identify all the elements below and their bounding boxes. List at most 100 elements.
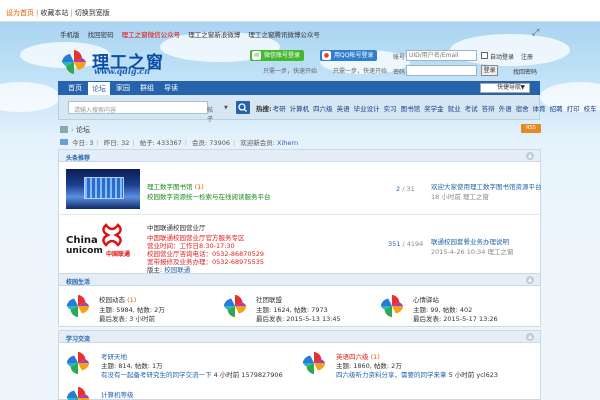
section-header: 头条推荐 ▲: [59, 150, 540, 162]
hot-word[interactable]: 图书馆: [401, 105, 421, 113]
hot-word[interactable]: 四六级: [313, 105, 333, 113]
collapse-icon[interactable]: ▲: [526, 333, 534, 341]
hot-word[interactable]: 英语: [337, 105, 350, 113]
forum-pinwheel-icon[interactable]: [379, 293, 405, 319]
site-logo[interactable]: 理工之窗 www.qdlg.cn: [60, 48, 200, 76]
password-label: 密码: [393, 69, 406, 76]
forum-count: 351 / 4194: [388, 240, 424, 248]
wechat-login-button[interactable]: ✉ 微信账号登录: [250, 50, 305, 61]
hot-word[interactable]: 实习: [384, 105, 397, 113]
forum-last-post: 四六级听力资料分享，需要的同学来拿 5 小时前 ycl623: [336, 371, 498, 379]
expand-icon[interactable]: ⤢: [532, 28, 539, 38]
qq-penguin-icon: ●: [322, 51, 331, 60]
quick-link-tencent-weibo[interactable]: 理工之窗腾讯微博公众号: [248, 31, 320, 39]
register-link[interactable]: 注册: [521, 52, 533, 61]
auto-login-label: 自动登录: [490, 54, 515, 61]
wechat-icon: ✉: [252, 51, 261, 60]
forum-last-post: 最后发表: 2015-5-13 13:45: [256, 315, 341, 323]
nav-item-space[interactable]: 家园: [112, 81, 134, 95]
section-header: 校园生活 ▲: [59, 274, 540, 286]
quick-link-wechat[interactable]: 理工之窗微信公众号: [122, 31, 181, 39]
hot-word[interactable]: 体育: [533, 105, 546, 113]
search-bar: 请输入搜索内容 帖子 ▼ 热搜:考研 计算机 四六级 英语 毕业设计 实习 图书馆 奖学金 就业…: [58, 95, 597, 123]
auto-login-checkbox[interactable]: [481, 52, 488, 59]
dropdown-arrow-icon: ▼: [520, 84, 525, 91]
stat-members: 73906: [209, 139, 230, 147]
search-button[interactable]: [236, 101, 250, 114]
forum-name[interactable]: 中国联通校园营业厅: [147, 222, 206, 232]
forum-name[interactable]: 社团联盟: [256, 294, 282, 304]
nav-item-home[interactable]: 首页: [64, 81, 86, 95]
forum-name[interactable]: 心情驿站: [413, 294, 439, 304]
collapse-icon[interactable]: ▲: [526, 276, 534, 284]
logo-pinwheel-icon: [62, 50, 86, 74]
search-type-arrow-icon: ▼: [224, 105, 228, 111]
nav-item-forum[interactable]: 论坛: [88, 82, 110, 95]
password-input[interactable]: [406, 65, 477, 76]
hot-search-words: 热搜:考研 计算机 四六级 英语 毕业设计 实习 图书馆 奖学金 就业 考试 答辩 外语 宿舍 体育 招聘打…: [256, 103, 600, 113]
forum-last-post: 最后发表: 2015-5-17 13:26: [413, 315, 498, 323]
forum-pinwheel-icon[interactable]: [65, 350, 91, 376]
hot-word[interactable]: 答辩: [482, 105, 495, 113]
hot-word[interactable]: 考研: [273, 105, 286, 113]
forum-section-study: 学习交流 ▲ 考研天地 主题: 814, 帖数: 1万 有没有一起备考研究生的同…: [58, 330, 541, 400]
hot-word[interactable]: 毕业设计: [354, 105, 380, 113]
last-post-title[interactable]: 欢迎大家使用理工数字图书馆资源平台: [431, 181, 542, 191]
forum-pinwheel-icon[interactable]: [222, 293, 248, 319]
breadcrumb: › 论坛: [60, 125, 90, 135]
hot-word[interactable]: 外语: [499, 105, 512, 113]
quick-link-mobile[interactable]: 手机版: [60, 31, 80, 39]
stat-today: 3: [89, 139, 94, 147]
collapse-icon[interactable]: ▲: [526, 152, 534, 160]
forum-name[interactable]: 计算机等级: [101, 389, 134, 399]
forum-name[interactable]: 理工数字图书馆 (1): [147, 181, 204, 191]
qq-login-button[interactable]: ● 用QQ帐号登录: [320, 50, 378, 61]
login-button[interactable]: 登录: [481, 65, 498, 76]
hot-word[interactable]: 奖学金: [424, 105, 444, 113]
hot-word[interactable]: 就业: [448, 105, 461, 113]
forum-section-campus: 校园生活 ▲ 校园动态 (1) 主题: 5984, 帖数: 2万 最后发表: 3…: [58, 273, 541, 327]
home-icon[interactable]: [60, 126, 68, 133]
forum-section-featured: 头条推荐 ▲ 理工数字图书馆 (1) 校园数字资源统一检索与在线阅读服务平台 2…: [58, 149, 542, 274]
wechat-login-subtitle: 只需一步，快速开始: [263, 68, 318, 75]
china-unicom-logo[interactable]: China unicom 中国联通: [66, 221, 144, 261]
hot-word[interactable]: 宿舍: [516, 105, 529, 113]
last-post-title[interactable]: 联通校园套餐业务办理说明: [431, 236, 509, 246]
breadcrumb-current: 论坛: [76, 126, 91, 134]
forum-pinwheel-icon[interactable]: [65, 293, 91, 319]
quick-link-sina-weibo[interactable]: 理工之窗新浪微博: [188, 31, 240, 39]
hot-word[interactable]: 计算机: [290, 105, 310, 113]
search-type-select[interactable]: 帖子: [207, 105, 213, 123]
section-header: 学习交流 ▲: [59, 331, 540, 343]
unicom-knot-icon: [102, 223, 122, 247]
forum-name[interactable]: 校园动态 (1): [99, 294, 136, 304]
search-icon: [238, 103, 247, 112]
forum-last-post: 有没有一起备考研究生的同学交流一下 4 小时前 1579827906: [101, 371, 283, 379]
hot-word[interactable]: 考试: [465, 105, 478, 113]
search-input[interactable]: 请输入搜索内容 帖子 ▼: [68, 101, 228, 123]
hot-word[interactable]: 打印: [567, 105, 580, 113]
rss-button[interactable]: RSS: [521, 124, 541, 133]
stats-icon: [60, 139, 68, 145]
forum-pinwheel-icon[interactable]: [65, 385, 91, 400]
main-nav: 首页 论坛 家园 群组 导读 快捷导航 ▼: [58, 81, 540, 95]
bookmark-link[interactable]: 收藏本站: [40, 9, 68, 17]
nav-item-group[interactable]: 群组: [136, 81, 158, 95]
forgot-password-link[interactable]: 找回密码: [513, 67, 537, 76]
section-title[interactable]: 学习交流: [66, 334, 90, 343]
forum-banner-image[interactable]: [66, 169, 140, 209]
set-homepage-link[interactable]: 设为首页: [6, 9, 34, 17]
section-title[interactable]: 校园生活: [66, 277, 90, 286]
forum-pinwheel-icon[interactable]: [301, 350, 327, 376]
quick-link-password[interactable]: 找回密码: [88, 31, 114, 39]
qq-login-subtitle: 只需一步，快速开始: [333, 68, 388, 75]
hot-word[interactable]: 校车: [584, 105, 597, 113]
username-input[interactable]: [406, 50, 477, 61]
hot-word[interactable]: 招聘: [550, 105, 563, 113]
nav-item-guide[interactable]: 导读: [160, 81, 182, 95]
section-title[interactable]: 头条推荐: [66, 153, 90, 162]
username-label: 账号: [393, 54, 406, 61]
quick-nav-select[interactable]: 快捷导航 ▼: [480, 83, 530, 93]
wide-mode-link[interactable]: 切换到宽版: [75, 9, 110, 17]
newest-member-link[interactable]: Xihern: [277, 139, 298, 147]
